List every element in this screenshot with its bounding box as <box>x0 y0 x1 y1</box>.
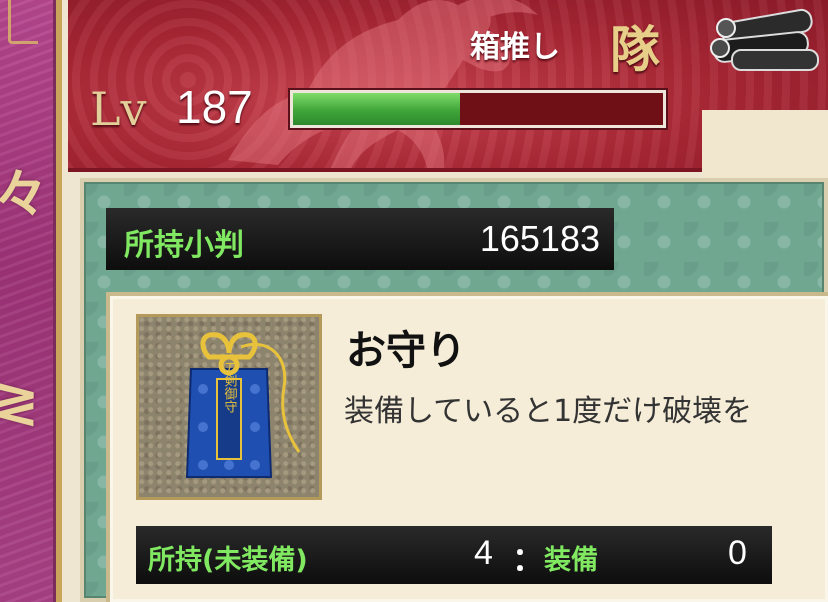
owned-koban-value: 165183 <box>479 218 600 259</box>
owned-unequipped-label: 所持(未装備) <box>148 545 308 576</box>
team-name-kanji: 隊 <box>610 20 660 79</box>
level-label: Lv <box>90 82 147 136</box>
item-description: 装備していると1度だけ破壊を <box>344 394 753 429</box>
charcoal-resource-icon[interactable] <box>702 6 828 76</box>
panel-corner-ornament <box>8 0 38 44</box>
count-separator: ： <box>512 540 545 578</box>
equipped-count: 0 <box>728 534 747 572</box>
omamori-charm-text: 刀剣御守 <box>222 361 238 413</box>
level-value: 187 <box>176 81 253 133</box>
experience-bar <box>290 90 666 128</box>
inventory-count-bar: 所持(未装備) 4 ： 装備 0 <box>136 526 772 584</box>
owned-koban-bar: 所持小判 165183 <box>106 208 614 270</box>
owned-koban-label: 所持小判 <box>124 228 244 263</box>
experience-bar-fill <box>293 93 460 125</box>
team-name-label: 箱推し <box>470 30 560 65</box>
omamori-charm-icon: 刀剣御守 <box>185 332 301 478</box>
item-thumbnail[interactable]: 刀剣御守 <box>136 314 322 500</box>
item-name: お守り <box>346 328 466 374</box>
equipped-label: 装備 <box>544 545 598 576</box>
side-menu-panel[interactable]: 々 ≷ <box>0 0 62 602</box>
side-decoration-glyph: ≷ <box>0 370 39 433</box>
side-decoration-glyph: 々 <box>0 150 48 229</box>
owned-unequipped-count: 4 <box>474 534 493 572</box>
